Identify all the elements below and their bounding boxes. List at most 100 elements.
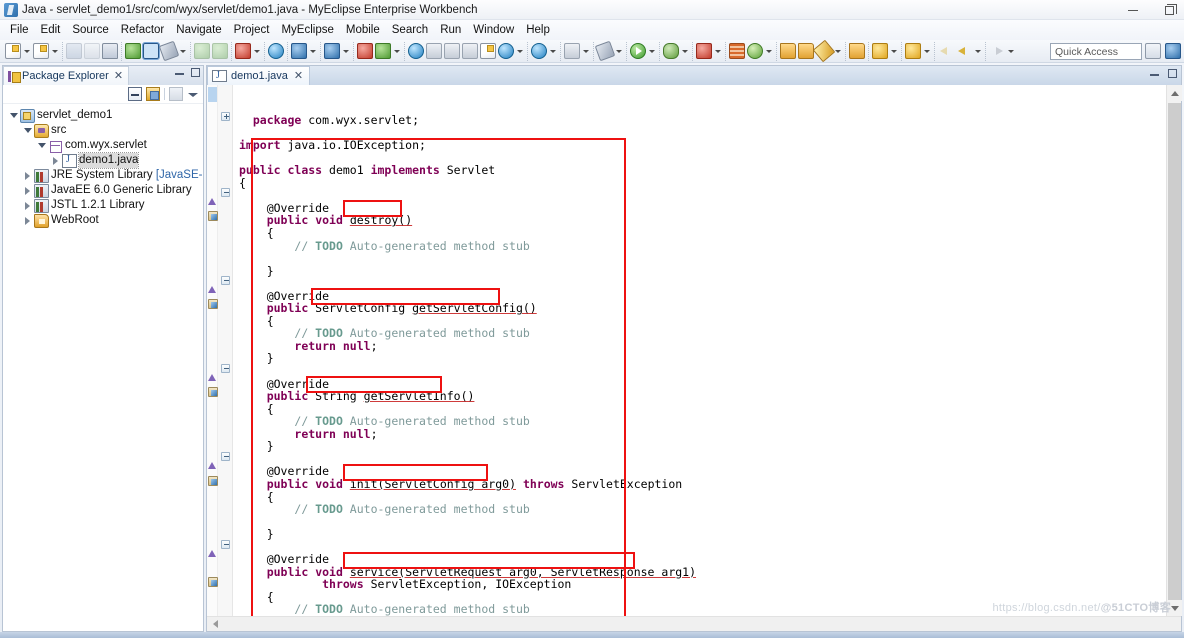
- scroll-up-icon[interactable]: [1167, 85, 1182, 101]
- collapse-all-button[interactable]: [128, 87, 142, 101]
- last-edit-icon[interactable]: [357, 43, 373, 59]
- export-icon[interactable]: [125, 43, 141, 59]
- todo-task-marker-icon[interactable]: [208, 387, 218, 397]
- warning-marker-icon[interactable]: [208, 373, 217, 381]
- chevron-down-icon[interactable]: [178, 43, 187, 59]
- new-wizard-icon[interactable]: [33, 43, 49, 59]
- redo-icon[interactable]: [212, 43, 228, 59]
- minimize-view-button[interactable]: [175, 68, 184, 77]
- chevron-down-icon[interactable]: [7, 113, 20, 118]
- menu-navigate[interactable]: Navigate: [170, 22, 227, 38]
- menu-run[interactable]: Run: [434, 22, 467, 38]
- menu-project[interactable]: Project: [228, 22, 276, 38]
- pin-icon[interactable]: [462, 43, 478, 59]
- open-resource-icon[interactable]: [780, 43, 796, 59]
- java-perspective-button[interactable]: [1165, 43, 1181, 59]
- fold-collapse-icon[interactable]: [221, 276, 230, 285]
- chevron-down-icon[interactable]: [922, 43, 931, 59]
- chevron-down-icon[interactable]: [548, 43, 557, 59]
- preview-icon[interactable]: [531, 43, 547, 59]
- chevron-down-icon[interactable]: [680, 43, 689, 59]
- chevron-down-icon[interactable]: [764, 43, 773, 59]
- save-icon[interactable]: [66, 43, 82, 59]
- edit-icon[interactable]: [812, 39, 836, 63]
- run-configurations-icon[interactable]: [696, 43, 712, 59]
- chevron-down-icon[interactable]: [308, 43, 317, 59]
- warning-marker-icon[interactable]: [208, 461, 217, 469]
- refresh-icon[interactable]: [444, 43, 460, 59]
- globe-small-icon[interactable]: [498, 43, 514, 59]
- print-icon[interactable]: [102, 43, 118, 59]
- external-tools-icon[interactable]: [594, 40, 616, 62]
- snapshot-icon[interactable]: [564, 43, 580, 59]
- maximize-view-button[interactable]: [191, 68, 200, 77]
- search-icon[interactable]: [268, 43, 284, 59]
- new-icon[interactable]: [5, 43, 21, 59]
- menu-search[interactable]: Search: [386, 22, 434, 38]
- editor-horizontal-scrollbar[interactable]: [207, 616, 1181, 631]
- web-browser-icon[interactable]: [408, 43, 424, 59]
- next-annotation-icon[interactable]: [291, 43, 307, 59]
- chevron-down-icon[interactable]: [973, 43, 982, 59]
- chevron-down-icon[interactable]: [21, 128, 34, 133]
- chevron-down-icon[interactable]: [50, 43, 59, 59]
- menu-edit[interactable]: Edit: [35, 22, 67, 38]
- tree-item-demo1-java[interactable]: demo1.java: [7, 152, 203, 169]
- warning-marker-icon[interactable]: [208, 549, 217, 557]
- fold-collapse-icon[interactable]: [221, 452, 230, 461]
- new-project-icon[interactable]: [480, 43, 496, 59]
- chevron-down-icon[interactable]: [252, 43, 261, 59]
- fold-collapse-icon[interactable]: [221, 364, 230, 373]
- chevron-down-icon[interactable]: [713, 43, 722, 59]
- chevron-down-icon[interactable]: [833, 43, 842, 59]
- menu-file[interactable]: File: [4, 22, 35, 38]
- view-menu-filter-button[interactable]: [169, 87, 183, 101]
- fold-expand-icon[interactable]: [221, 112, 230, 121]
- menu-source[interactable]: Source: [66, 22, 114, 38]
- menu-window[interactable]: Window: [467, 22, 520, 38]
- scroll-left-icon[interactable]: [207, 617, 223, 632]
- debug-icon[interactable]: [663, 43, 679, 59]
- chevron-down-icon[interactable]: [889, 43, 898, 59]
- fold-collapse-icon[interactable]: [221, 540, 230, 549]
- menu-myeclipse[interactable]: MyEclipse: [275, 22, 339, 38]
- back-forward-icon[interactable]: [375, 43, 391, 59]
- chevron-down-icon[interactable]: [581, 43, 590, 59]
- todo-task-marker-icon[interactable]: [208, 299, 218, 309]
- chevron-right-icon[interactable]: [21, 217, 34, 225]
- menu-mobile[interactable]: Mobile: [340, 22, 386, 38]
- tab-demo1-java[interactable]: demo1.java ✕: [207, 66, 311, 85]
- undo-icon[interactable]: [194, 43, 210, 59]
- menu-refactor[interactable]: Refactor: [115, 22, 170, 38]
- todo-task-marker-icon[interactable]: [208, 211, 218, 221]
- tree-item-src[interactable]: src: [7, 123, 203, 138]
- open-perspective-button[interactable]: [1145, 43, 1161, 59]
- warning-marker-icon[interactable]: [208, 285, 217, 293]
- tree-item-com-wyx-servlet[interactable]: com.wyx.servlet: [7, 138, 203, 153]
- build-hammer-icon[interactable]: [158, 40, 180, 62]
- validate-icon[interactable]: [747, 43, 763, 59]
- chevron-right-icon[interactable]: [21, 187, 34, 195]
- previous-member-icon[interactable]: [905, 43, 921, 59]
- editor-vertical-scrollbar[interactable]: [1166, 85, 1182, 623]
- database-grid-icon[interactable]: [729, 43, 745, 59]
- maximize-editor-button[interactable]: [1168, 69, 1177, 78]
- chevron-right-icon[interactable]: [21, 172, 34, 180]
- minimize-editor-button[interactable]: [1150, 69, 1159, 78]
- tree-item-webroot[interactable]: WebRoot: [7, 213, 203, 228]
- tree-item-servlet-demo1[interactable]: servlet_demo1: [7, 108, 203, 123]
- menu-help[interactable]: Help: [520, 22, 556, 38]
- run-icon[interactable]: [630, 43, 646, 59]
- annotation-ruler[interactable]: [207, 85, 218, 616]
- minimize-icon[interactable]: [1122, 1, 1144, 19]
- tab-package-explorer[interactable]: Package Explorer ✕: [3, 66, 130, 85]
- close-icon[interactable]: ✕: [112, 70, 123, 82]
- todo-task-marker-icon[interactable]: [208, 577, 218, 587]
- forward-icon[interactable]: [956, 43, 972, 59]
- cursor-line-marker[interactable]: [208, 87, 217, 102]
- vertical-scroll-thumb[interactable]: [1168, 103, 1181, 623]
- back-icon[interactable]: [938, 43, 954, 59]
- view-menu-button[interactable]: [187, 88, 198, 100]
- editor-gutter[interactable]: [207, 85, 233, 616]
- folding-ruler[interactable]: [208, 85, 233, 616]
